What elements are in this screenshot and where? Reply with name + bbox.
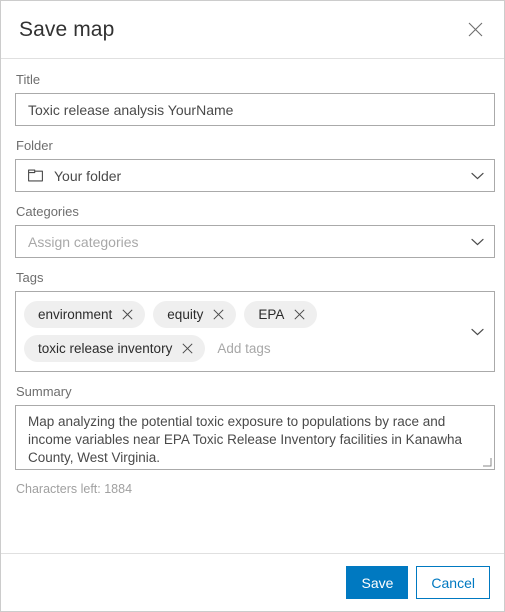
folder-label: Folder — [16, 138, 53, 153]
dialog-footer: Save Cancel — [1, 553, 504, 611]
tag-remove-icon[interactable] — [181, 342, 194, 355]
categories-field-group: Categories Assign categories — [15, 204, 495, 258]
tag-chip-label: toxic release inventory — [38, 341, 173, 356]
resize-handle-icon[interactable] — [482, 457, 492, 467]
categories-label: Categories — [16, 204, 79, 219]
cancel-button[interactable]: Cancel — [416, 566, 490, 599]
folder-field-group: Folder Your folder — [15, 138, 495, 192]
tag-chip[interactable]: EPA — [244, 301, 318, 328]
summary-label: Summary — [16, 384, 72, 399]
chevron-down-icon — [471, 238, 484, 246]
summary-textarea[interactable]: Map analyzing the potential toxic exposu… — [15, 405, 495, 470]
title-field-group: Title Toxic release analysis YourName — [15, 72, 495, 126]
folder-icon — [28, 169, 43, 182]
tag-chip-label: environment — [38, 307, 113, 322]
chevron-down-icon[interactable] — [471, 328, 484, 336]
characters-left-text: Characters left: 1884 — [16, 482, 133, 496]
tags-list: environment equity EPA toxic release inv… — [24, 295, 465, 368]
title-input[interactable]: Toxic release analysis YourName — [15, 93, 495, 126]
summary-textarea-value: Map analyzing the potential toxic exposu… — [28, 414, 462, 465]
dialog-body: Title Toxic release analysis YourName Fo… — [1, 59, 504, 553]
page-title: Save map — [19, 18, 115, 41]
title-input-value: Toxic release analysis YourName — [28, 101, 234, 118]
folder-select[interactable]: Your folder — [15, 159, 495, 192]
tags-label: Tags — [16, 270, 44, 285]
tag-chip-label: equity — [167, 307, 204, 322]
folder-select-value: Your folder — [54, 167, 122, 184]
tag-remove-icon[interactable] — [212, 308, 225, 321]
tag-chip[interactable]: equity — [153, 301, 237, 328]
save-map-dialog: Save map Title Toxic release analysis Yo… — [0, 0, 505, 612]
close-icon — [468, 22, 483, 37]
dialog-header: Save map — [1, 1, 504, 59]
tags-input[interactable]: environment equity EPA toxic release inv… — [15, 291, 495, 372]
summary-field-group: Summary Map analyzing the potential toxi… — [15, 384, 495, 496]
chevron-down-icon — [471, 172, 484, 180]
save-button[interactable]: Save — [346, 566, 409, 599]
add-tags-placeholder[interactable]: Add tags — [213, 341, 270, 356]
tags-field-group: Tags environment equity EPA toxic releas… — [15, 270, 495, 372]
tag-chip[interactable]: toxic release inventory — [24, 335, 206, 362]
close-button[interactable] — [460, 15, 490, 45]
categories-placeholder: Assign categories — [28, 233, 139, 250]
title-label: Title — [16, 72, 41, 87]
tag-chip-label: EPA — [258, 307, 285, 322]
tag-remove-icon[interactable] — [293, 308, 306, 321]
tag-chip[interactable]: environment — [24, 301, 146, 328]
tag-remove-icon[interactable] — [121, 308, 134, 321]
categories-select[interactable]: Assign categories — [15, 225, 495, 258]
